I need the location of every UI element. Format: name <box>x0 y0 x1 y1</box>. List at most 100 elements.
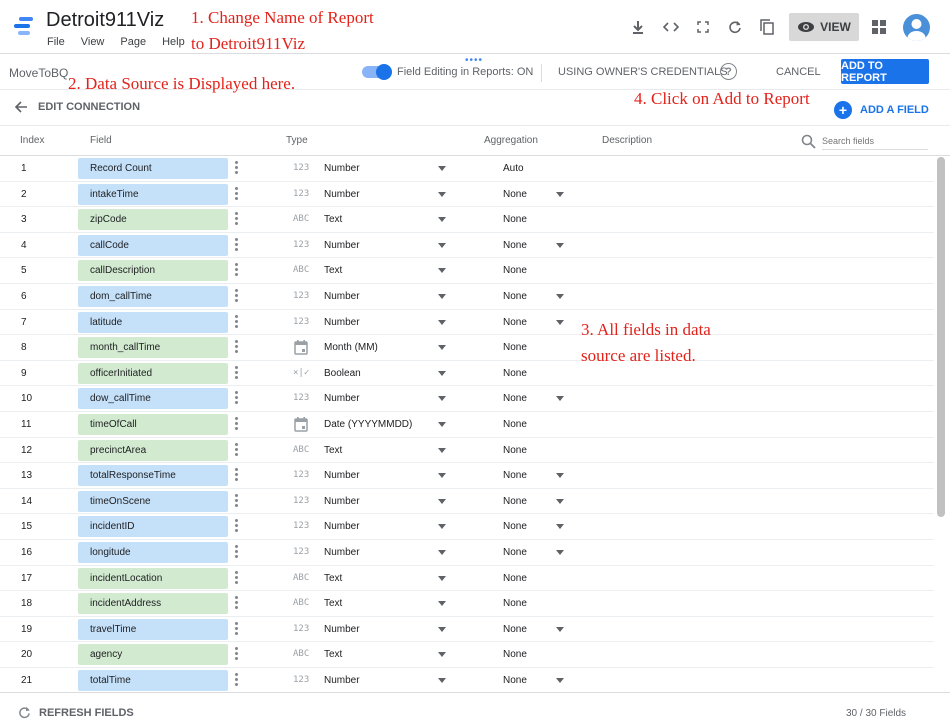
type-select[interactable]: Number <box>324 163 360 174</box>
aggregation-dropdown-caret-icon[interactable] <box>556 294 564 299</box>
type-dropdown-caret-icon[interactable] <box>438 524 446 530</box>
aggregation-select[interactable]: None <box>503 291 527 302</box>
field-chip[interactable]: officerInitiated <box>78 362 228 384</box>
report-title[interactable]: Detroit911Viz <box>46 9 164 32</box>
menu-page[interactable]: Page <box>120 36 146 48</box>
aggregation-select[interactable]: None <box>503 393 527 404</box>
type-dropdown-caret-icon[interactable] <box>438 191 446 197</box>
type-select[interactable]: Number <box>324 189 360 200</box>
aggregation-select[interactable]: None <box>503 598 527 609</box>
more-options-icon[interactable] <box>235 391 239 406</box>
aggregation-dropdown-caret-icon[interactable] <box>556 678 564 683</box>
field-chip[interactable]: totalResponseTime <box>78 465 228 487</box>
type-dropdown-caret-icon[interactable] <box>438 217 446 223</box>
type-dropdown-caret-icon[interactable] <box>438 447 446 453</box>
type-dropdown-caret-icon[interactable] <box>438 473 446 479</box>
type-select[interactable]: Number <box>324 317 360 328</box>
field-chip[interactable]: zipCode <box>78 209 228 231</box>
type-select[interactable]: Number <box>324 624 360 635</box>
type-select[interactable]: Number <box>324 470 360 481</box>
aggregation-select[interactable]: None <box>503 214 527 225</box>
aggregation-select[interactable]: None <box>503 317 527 328</box>
type-dropdown-caret-icon[interactable] <box>438 396 446 402</box>
more-options-icon[interactable] <box>235 161 239 176</box>
embed-code-icon[interactable] <box>662 18 680 36</box>
field-chip[interactable]: timeOfCall <box>78 414 228 435</box>
more-options-icon[interactable] <box>235 468 239 483</box>
more-options-icon[interactable] <box>235 570 239 586</box>
aggregation-dropdown-caret-icon[interactable] <box>556 473 564 479</box>
aggregation-dropdown-caret-icon[interactable] <box>556 626 564 632</box>
more-options-icon[interactable] <box>235 237 239 253</box>
help-icon[interactable]: ? <box>720 63 737 80</box>
back-arrow-icon[interactable] <box>14 100 28 119</box>
more-options-icon[interactable] <box>235 442 239 458</box>
field-chip[interactable]: longitude <box>78 542 228 563</box>
aggregation-select[interactable]: None <box>503 342 527 353</box>
type-dropdown-caret-icon[interactable] <box>438 626 446 632</box>
field-chip[interactable]: precinctArea <box>78 439 228 461</box>
more-options-icon[interactable] <box>235 314 239 330</box>
apps-grid-icon[interactable] <box>871 19 887 35</box>
type-select[interactable]: Date (YYYYMMDD) <box>324 419 412 430</box>
field-chip[interactable]: dow_callTime <box>78 388 228 410</box>
type-dropdown-caret-icon[interactable] <box>438 242 446 248</box>
type-select[interactable]: Number <box>324 547 360 558</box>
aggregation-select[interactable]: None <box>503 675 527 686</box>
more-options-icon[interactable] <box>235 186 239 202</box>
type-dropdown-caret-icon[interactable] <box>438 345 446 351</box>
field-chip[interactable]: callDescription <box>78 260 228 282</box>
aggregation-select[interactable]: None <box>503 445 527 456</box>
type-dropdown-caret-icon[interactable] <box>438 652 446 658</box>
aggregation-select[interactable]: None <box>503 240 527 251</box>
aggregation-select[interactable]: Auto <box>503 163 524 174</box>
aggregation-dropdown-caret-icon[interactable] <box>556 524 564 530</box>
type-select[interactable]: Text <box>324 649 342 660</box>
field-chip[interactable]: callCode <box>78 234 228 256</box>
field-chip[interactable]: latitude <box>78 311 228 333</box>
type-select[interactable]: Month (MM) <box>324 342 378 353</box>
type-select[interactable]: Number <box>324 496 360 507</box>
aggregation-select[interactable]: None <box>503 521 527 532</box>
more-options-icon[interactable] <box>235 263 239 278</box>
more-options-icon[interactable] <box>235 647 239 662</box>
more-options-icon[interactable] <box>235 519 239 534</box>
aggregation-select[interactable]: None <box>503 189 527 200</box>
aggregation-select[interactable]: None <box>503 547 527 558</box>
type-dropdown-caret-icon[interactable] <box>438 575 446 581</box>
more-options-icon[interactable] <box>235 417 239 432</box>
menu-file[interactable]: File <box>47 36 65 48</box>
type-select[interactable]: Text <box>324 214 342 225</box>
more-options-icon[interactable] <box>235 365 239 381</box>
edit-connection-button[interactable]: EDIT CONNECTION <box>38 101 140 113</box>
aggregation-select[interactable]: None <box>503 624 527 635</box>
type-select[interactable]: Text <box>324 573 342 584</box>
type-dropdown-caret-icon[interactable] <box>438 319 446 325</box>
data-source-name[interactable]: MoveToBQ <box>9 66 68 80</box>
field-chip[interactable]: dom_callTime <box>78 286 228 307</box>
type-select[interactable]: Number <box>324 675 360 686</box>
add-field-button[interactable]: + ADD A FIELD <box>834 101 929 119</box>
cancel-button[interactable]: CANCEL <box>776 66 821 78</box>
type-select[interactable]: Number <box>324 393 360 404</box>
type-dropdown-caret-icon[interactable] <box>438 550 446 555</box>
menu-help[interactable]: Help <box>162 36 185 48</box>
field-editing-toggle[interactable] <box>362 64 392 80</box>
field-chip[interactable]: incidentID <box>78 516 228 538</box>
aggregation-select[interactable]: None <box>503 649 527 660</box>
more-options-icon[interactable] <box>235 545 239 560</box>
aggregation-dropdown-caret-icon[interactable] <box>556 498 564 504</box>
field-chip[interactable]: agency <box>78 644 228 666</box>
field-chip[interactable]: intakeTime <box>78 183 228 205</box>
search-icon[interactable] <box>801 134 816 149</box>
aggregation-select[interactable]: None <box>503 573 527 584</box>
type-dropdown-caret-icon[interactable] <box>438 294 446 299</box>
more-options-icon[interactable] <box>235 621 239 637</box>
refresh-icon[interactable] <box>726 18 744 36</box>
aggregation-dropdown-caret-icon[interactable] <box>556 319 564 325</box>
aggregation-dropdown-caret-icon[interactable] <box>556 191 564 197</box>
download-icon[interactable] <box>629 18 647 36</box>
field-chip[interactable]: month_callTime <box>78 337 228 359</box>
menu-view[interactable]: View <box>81 36 105 48</box>
aggregation-select[interactable]: None <box>503 265 527 276</box>
